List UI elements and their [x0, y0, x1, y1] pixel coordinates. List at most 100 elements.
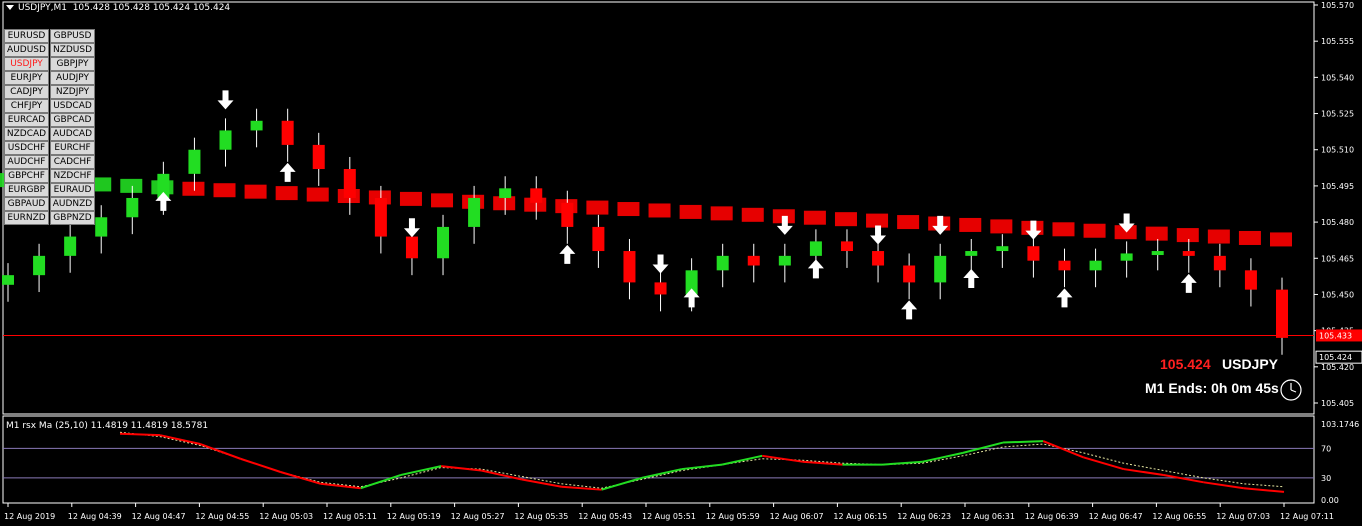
indicator-rsx-segment	[561, 485, 602, 491]
pair-button-gbpcad[interactable]: GBPCAD	[50, 113, 95, 127]
candle-body	[374, 197, 387, 237]
time-axis-label: 12 Aug 06:15	[833, 512, 887, 521]
cloud-slow-band	[275, 186, 298, 201]
candle-body	[64, 236, 77, 256]
candle-body	[468, 197, 481, 227]
pair-button-gbpnzd[interactable]: GBPNZD	[50, 211, 95, 225]
pair-button-audusd[interactable]: AUDUSD	[4, 43, 49, 57]
price-axis-label: 105.480	[1321, 218, 1354, 227]
candle-body	[499, 188, 512, 198]
buy-arrow-icon	[279, 162, 296, 182]
cloud-slow-band	[493, 196, 516, 211]
cloud-slow-band	[741, 207, 764, 222]
time-axis-label: 12 Aug 06:55	[1152, 512, 1206, 521]
pair-button-usdcad[interactable]: USDCAD	[50, 99, 95, 113]
candle-body	[1027, 246, 1040, 261]
cloud-slow-band	[617, 202, 640, 217]
indicator-signal-line	[119, 431, 1285, 489]
pair-button-usdjpy[interactable]: USDJPY	[4, 57, 49, 71]
candle-body	[747, 255, 760, 266]
pair-button-chfjpy[interactable]: CHFJPY	[4, 99, 49, 113]
collapse-triangle-icon[interactable]	[6, 5, 14, 10]
pair-button-gbpusd[interactable]: GBPUSD	[50, 29, 95, 43]
candle-body	[95, 217, 108, 237]
time-axis-label: 12 Aug 05:27	[451, 512, 505, 521]
indicator-rsx-segment	[922, 451, 964, 463]
candle-body	[405, 236, 418, 259]
candle-body	[250, 120, 263, 131]
candle-body	[1058, 260, 1071, 271]
pair-switcher-panel: EURUSD GBPUSD AUDUSD NZDUSD USDJPY GBPJPY EURJ…	[4, 29, 95, 225]
pair-button-euraud[interactable]: EURAUD	[50, 183, 95, 197]
pair-button-eurjpy[interactable]: EURJPY	[4, 71, 49, 85]
cloud-slow-band	[244, 184, 267, 199]
pair-button-gbpjpy[interactable]: GBPJPY	[50, 57, 95, 71]
candle-body	[312, 144, 325, 170]
pair-button-eurnzd[interactable]: EURNZD	[4, 211, 49, 225]
pair-button-gbpchf[interactable]: GBPCHF	[4, 169, 49, 183]
pair-button-gbpaud[interactable]: GBPAUD	[4, 197, 49, 211]
candle-body	[1213, 255, 1226, 271]
candle-body	[1276, 289, 1288, 338]
pair-button-audcad[interactable]: AUDCAD	[50, 127, 95, 141]
sell-arrow-icon	[870, 225, 887, 245]
time-axis-label: 12 Aug 06:47	[1089, 512, 1143, 521]
candle-body	[592, 226, 605, 252]
pair-button-eurusd[interactable]: EURUSD	[4, 29, 49, 43]
time-axis-label: 12 Aug 05:51	[642, 512, 696, 521]
cloud-slow-band	[834, 212, 857, 227]
buy-arrow-icon	[1056, 288, 1073, 308]
cloud-slow-band	[1145, 226, 1168, 241]
candle-body	[1120, 253, 1133, 261]
pair-button-cadchf[interactable]: CADCHF	[50, 155, 95, 169]
candle-body	[996, 246, 1009, 252]
cloud-slow-band	[897, 215, 920, 230]
cloud-slow-band	[990, 219, 1013, 234]
pair-button-audchf[interactable]: AUDCHF	[4, 155, 49, 169]
pair-button-audjpy[interactable]: AUDJPY	[50, 71, 95, 85]
price-axis-label: 105.495	[1321, 182, 1354, 191]
cloud-slow-band	[586, 200, 609, 215]
pair-button-audnzd[interactable]: AUDNZD	[50, 197, 95, 211]
pair-button-nzdcad[interactable]: NZDCAD	[4, 127, 49, 141]
indicator-rsx-segment	[360, 474, 402, 490]
indicator-axis-label: 0.00	[1321, 496, 1339, 505]
cloud-slow-band	[648, 203, 671, 218]
cloud-slow-band	[1052, 222, 1075, 237]
candle-body	[343, 169, 356, 198]
candle-body	[1089, 260, 1102, 271]
candle-body	[1182, 251, 1195, 256]
indicator-rsx-segment	[159, 434, 201, 445]
cloud-slow-band	[182, 181, 205, 196]
price-axis-label: 105.465	[1321, 254, 1354, 263]
time-axis-label: 12 Aug 05:35	[514, 512, 568, 521]
indicator-rsx-segment	[601, 476, 643, 491]
pair-button-cadjpy[interactable]: CADJPY	[4, 85, 49, 99]
pair-button-eurcad[interactable]: EURCAD	[4, 113, 49, 127]
candle-body	[1244, 270, 1257, 290]
cloud-slow-band	[213, 183, 236, 198]
indicator-axis-label: 30	[1321, 474, 1331, 483]
price-axis-label: 105.510	[1321, 146, 1354, 155]
candle-body	[126, 197, 139, 218]
time-axis-label: 12 Aug 06:23	[897, 512, 951, 521]
indicator-rsx-segment	[119, 432, 161, 437]
pair-button-nzdchf[interactable]: NZDCHF	[50, 169, 95, 183]
chart-header: USDJPY,M1 105.428 105.428 105.424 105.42…	[6, 3, 230, 13]
buy-arrow-icon	[807, 259, 824, 279]
pair-button-eurchf[interactable]: EURCHF	[50, 141, 95, 155]
candle-body	[623, 251, 636, 283]
pair-button-nzdjpy[interactable]: NZDJPY	[50, 85, 95, 99]
candle-body	[561, 202, 574, 227]
price-chart[interactable]: 105.570 105.555 105.540 105.525 105.510 105.4…	[0, 0, 1362, 526]
sell-arrow-icon	[403, 218, 420, 238]
pair-button-nzdusd[interactable]: NZDUSD	[50, 43, 95, 57]
pair-button-usdchf[interactable]: USDCHF	[4, 141, 49, 155]
cloud-slow-band	[1238, 230, 1261, 245]
pair-button-eurgbp[interactable]: EURGBP	[4, 183, 49, 197]
candle-body	[219, 130, 232, 150]
price-axis-label: 105.420	[1321, 363, 1354, 372]
cloud-slow-band	[803, 210, 826, 225]
time-axis-label: 12 Aug 05:03	[259, 512, 313, 521]
time-axis-label: 12 Aug 05:19	[387, 512, 441, 521]
